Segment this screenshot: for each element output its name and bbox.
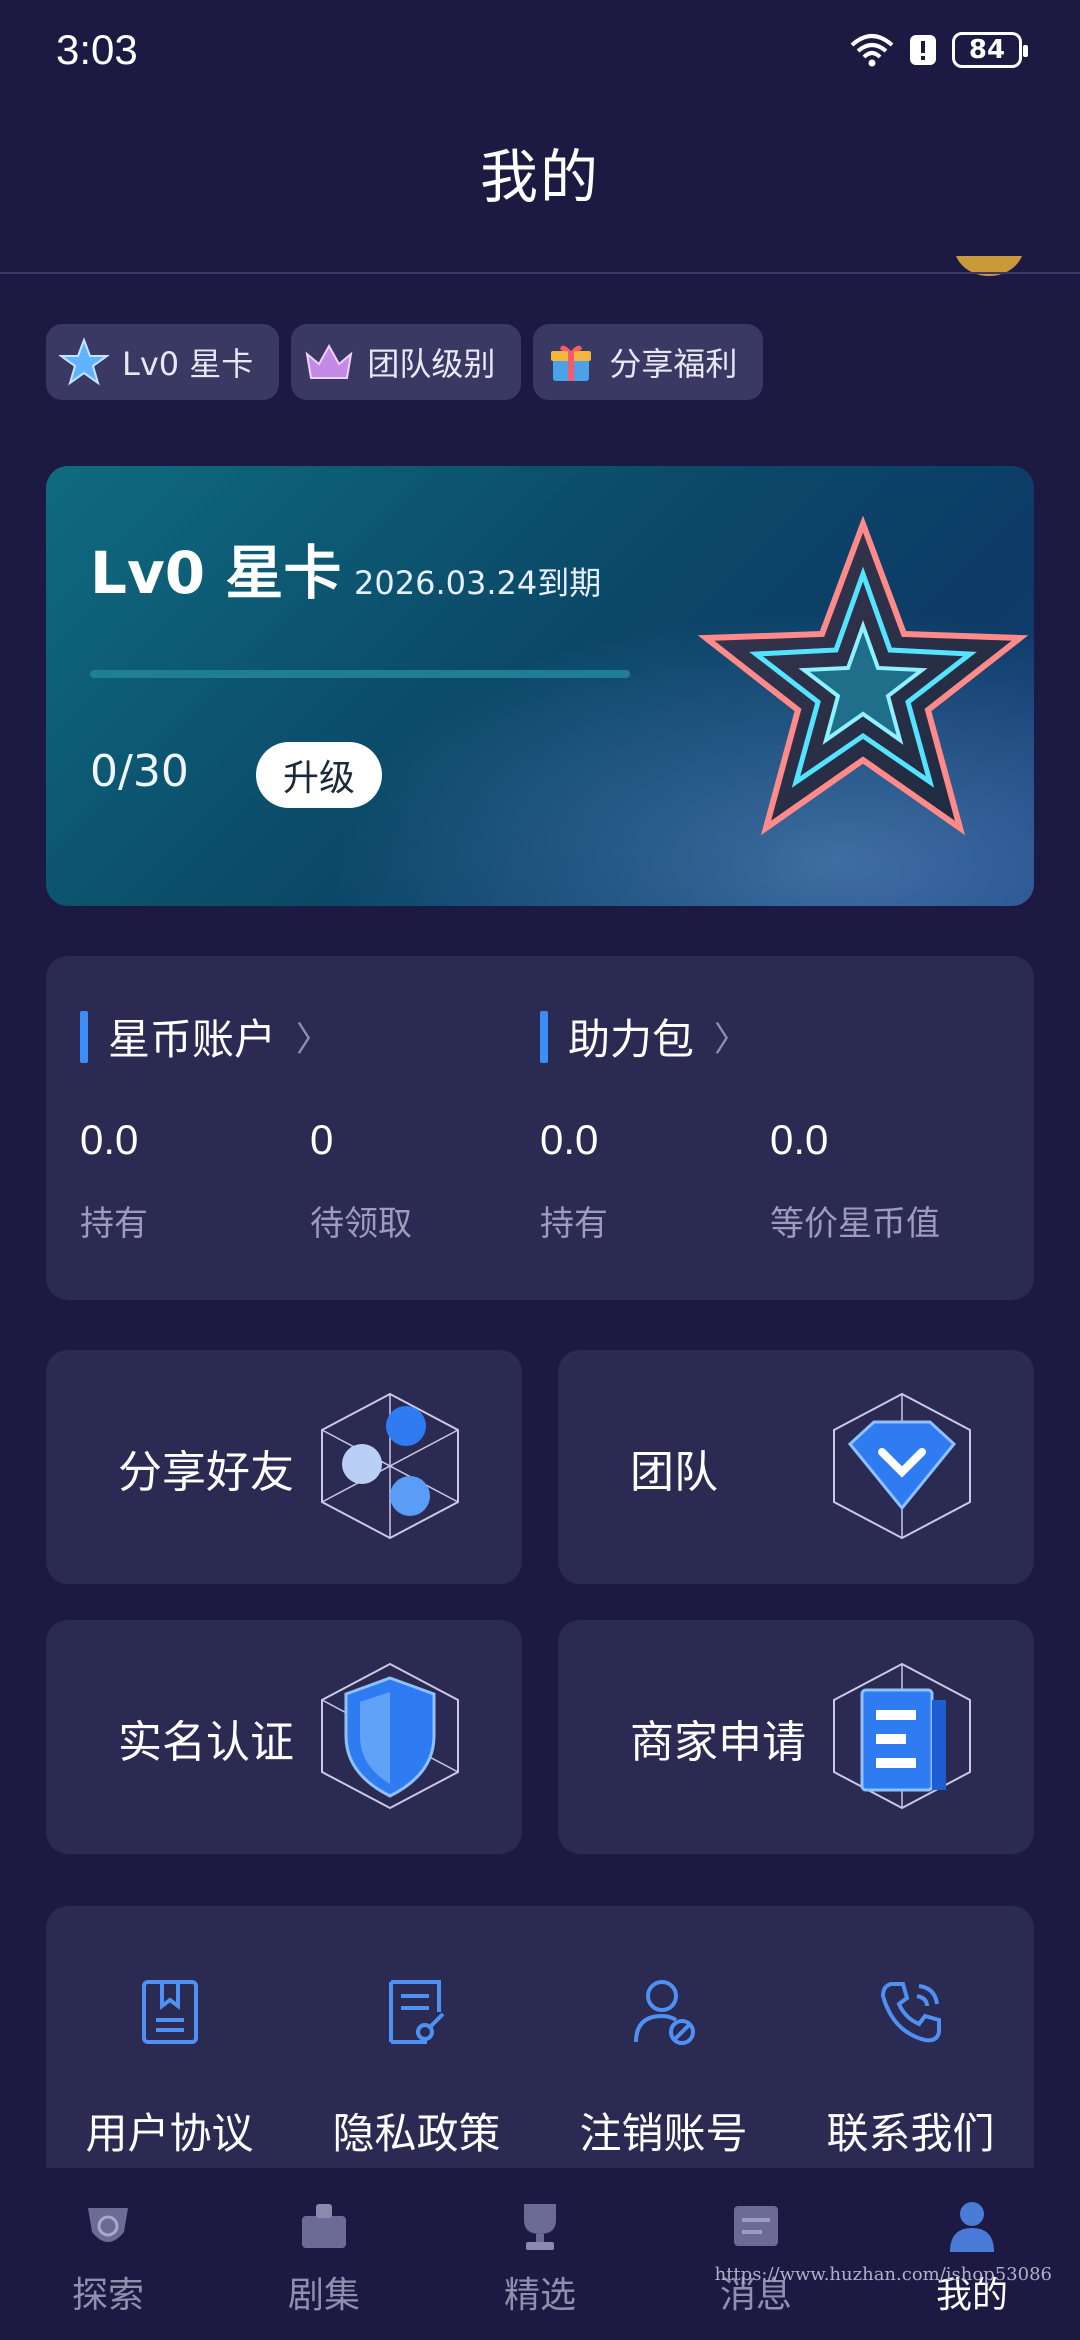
coin-pending-value: 0 [310, 1116, 334, 1163]
chip-share-benefit[interactable]: 分享福利 [533, 324, 764, 400]
link-label: 用户协议 [85, 2109, 254, 2158]
real-name-verification-card[interactable]: 实名认证 [46, 1620, 522, 1854]
coin-account-link[interactable]: 星币账户 〉 [80, 1006, 330, 1067]
nav-label: 精选 [503, 2275, 576, 2316]
coin-pending-label: 待领取 [310, 1204, 412, 1244]
header-divider [0, 272, 1080, 274]
book-icon [141, 1980, 198, 2044]
section-accent-bar [80, 1010, 88, 1063]
boost-held-label: 持有 [540, 1204, 608, 1244]
card-progress-count: 0/30 [90, 746, 189, 797]
document-pen-icon [388, 1980, 444, 2044]
card-expiry-date: 2026.03.24到期 [354, 564, 602, 602]
share-friends-card[interactable]: 分享好友 [46, 1350, 522, 1584]
explore-icon [88, 2208, 128, 2242]
user-agreement-link[interactable]: 用户协议 [46, 1976, 293, 2161]
team-diamond-icon [833, 1392, 971, 1540]
nav-messages[interactable]: 消息 [648, 2198, 864, 2318]
badge-chips: Lv0 星卡 团队级别 分享福利 [46, 324, 764, 400]
star-card-banner[interactable]: Lv0 星卡 2026.03.24到期 0/30 升级 [46, 466, 1034, 906]
gift-icon [545, 336, 597, 388]
trophy-icon [524, 2204, 556, 2250]
upgrade-button[interactable]: 升级 [256, 742, 382, 808]
card-progress-bar [90, 670, 630, 678]
chip-label: 分享福利 [609, 345, 738, 383]
star-badge-icon [58, 336, 110, 388]
status-bar: 3:03 84 [0, 0, 1080, 110]
link-label: 隐私政策 [332, 2109, 501, 2158]
battery-indicator: 84 [952, 32, 1028, 68]
user-cancel-icon [633, 1980, 695, 2045]
merchant-cube-icon [833, 1662, 971, 1810]
nav-episodes[interactable]: 剧集 [216, 2198, 432, 2318]
status-time: 3:03 [56, 26, 138, 73]
contact-us-link[interactable]: 联系我们 [787, 1976, 1034, 2161]
link-label: 注销账号 [579, 2109, 748, 2158]
nav-featured[interactable]: 精选 [432, 2198, 648, 2318]
status-icons: 84 [850, 32, 1028, 68]
team-card[interactable]: 团队 [558, 1350, 1034, 1584]
link-label: 联系我们 [826, 2109, 995, 2158]
boost-equivalent-label: 等价星币值 [770, 1204, 940, 1244]
feature-label: 团队 [630, 1447, 718, 1498]
share-cube-icon [321, 1392, 459, 1540]
feature-label: 商家申请 [630, 1717, 806, 1768]
profile-icon [950, 2202, 994, 2252]
episodes-icon [302, 2204, 346, 2248]
merchant-application-card[interactable]: 商家申请 [558, 1620, 1034, 1854]
boost-held-value: 0.0 [540, 1116, 599, 1163]
feature-label: 实名认证 [118, 1717, 294, 1768]
coin-held-label: 持有 [80, 1204, 148, 1244]
chevron-right-icon: 〉 [714, 1020, 749, 1060]
chevron-right-icon: 〉 [296, 1020, 331, 1060]
section-accent-bar [540, 1010, 548, 1063]
message-icon [734, 2206, 778, 2246]
bottom-navigation: 探索 剧集 精选 消息 我的 https://www.huzhan.com/is… [0, 2168, 1080, 2340]
shield-cube-icon [321, 1662, 459, 1810]
card-level-title: Lv0 星卡 [90, 539, 342, 607]
chip-label: 团队级别 [367, 345, 496, 383]
wifi-icon [850, 34, 894, 67]
boost-pack-title: 助力包 [568, 1015, 695, 1064]
neon-star-icon [698, 516, 1028, 836]
watermark-text: https://www.huzhan.com/ishop53086 [714, 2264, 1052, 2285]
boost-equivalent-value: 0.0 [770, 1116, 829, 1163]
chip-team-level[interactable]: 团队级别 [291, 324, 522, 400]
nav-profile[interactable]: 我的 [864, 2198, 1080, 2318]
links-panel: 用户协议 隐私政策 注销账号 联系我们 [46, 1906, 1034, 2168]
alert-icon [910, 35, 936, 65]
nav-explore[interactable]: 探索 [0, 2198, 216, 2318]
boost-pack-link[interactable]: 助力包 〉 [540, 1006, 748, 1067]
crown-icon [303, 336, 355, 388]
coin-account-title: 星币账户 [108, 1015, 277, 1064]
feature-label: 分享好友 [118, 1447, 294, 1498]
nav-label: 剧集 [287, 2275, 360, 2316]
privacy-policy-link[interactable]: 隐私政策 [293, 1976, 540, 2161]
coin-held-value: 0.0 [80, 1116, 139, 1163]
phone-icon [880, 1982, 941, 2043]
page-title: 我的 [479, 143, 600, 211]
chip-label: Lv0 星卡 [122, 345, 254, 383]
wallet-panel: 星币账户 〉 助力包 〉 0.0 0 0.0 0.0 持有 待领取 持有 等价星… [46, 956, 1034, 1300]
nav-label: 探索 [71, 2275, 144, 2316]
delete-account-link[interactable]: 注销账号 [540, 1976, 787, 2161]
chip-star-card[interactable]: Lv0 星卡 [46, 324, 280, 400]
